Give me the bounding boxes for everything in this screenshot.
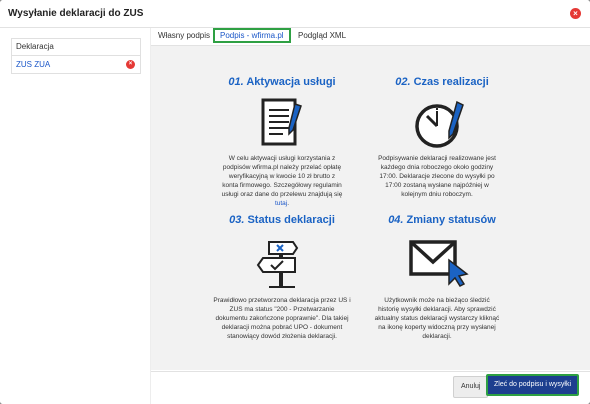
section-title-status: 03. Status deklaracji	[221, 214, 343, 226]
section-title-text: Zmiany statusów	[406, 214, 496, 226]
submit-button-highlight: Zleć do podpisu i wysyłki	[486, 374, 580, 396]
section-number: 04.	[388, 214, 404, 226]
section-text-part: W celu aktywacji usługi korzystania z po…	[221, 155, 343, 198]
section-text-status: Prawidłowo przetworzona deklaracja przez…	[213, 297, 351, 340]
close-icon[interactable]: ×	[570, 8, 581, 19]
signpost-icon	[256, 241, 299, 288]
section-title-activation: 01. Aktywacja usługi	[227, 76, 337, 88]
tab-wfirma-signature[interactable]: Podpis - wfirma.pl	[213, 28, 291, 43]
declaration-list: Deklaracja ZUS ZUA ×	[11, 38, 141, 74]
section-title-text: Status deklaracji	[247, 214, 335, 226]
tab-xml-preview[interactable]: Podgląd XML	[298, 31, 346, 40]
cancel-button[interactable]: Anuluj	[453, 376, 489, 398]
envelope-cursor-icon	[409, 240, 469, 287]
dialog: Wysyłanie deklaracji do ZUS × Deklaracja…	[0, 0, 590, 404]
section-number: 03.	[229, 214, 245, 226]
remove-icon[interactable]: ×	[126, 60, 135, 69]
section-title-changes: 04. Zmiany statusów	[387, 214, 497, 226]
declaration-panel: Deklaracja ZUS ZUA ×	[0, 28, 151, 404]
document-pen-icon	[261, 98, 302, 146]
section-text-timing: Podpisywanie deklaracji realizowane jest…	[378, 155, 496, 198]
section-title-text: Czas realizacji	[413, 76, 489, 88]
section-text-changes: Użytkownik może na bieżąco śledzić histo…	[374, 297, 500, 340]
section-number: 02.	[395, 76, 411, 88]
submit-for-signature-button[interactable]: Zleć do podpisu i wysyłki	[488, 376, 578, 394]
section-text-end: .	[287, 200, 290, 207]
dialog-title: Wysyłanie deklaracji do ZUS	[8, 8, 144, 19]
section-title-timing: 02. Czas realizacji	[387, 76, 497, 88]
section-number: 01.	[228, 76, 244, 88]
dialog-footer: Anuluj Zleć do podpisu i wysyłki	[151, 371, 590, 404]
declaration-item[interactable]: ZUS ZUA ×	[12, 56, 140, 73]
terms-link[interactable]: tutaj	[275, 200, 287, 207]
declaration-item-label[interactable]: ZUS ZUA	[16, 60, 50, 69]
clock-pen-icon	[415, 100, 464, 148]
tab-own-signature[interactable]: Własny podpis	[158, 31, 210, 40]
info-content: 01. Aktywacja usługi W celu aktywacji us…	[151, 46, 590, 370]
section-title-text: Aktywacja usługi	[246, 76, 336, 88]
tab-bar: Własny podpis Podpis - wfirma.pl Podgląd…	[151, 28, 590, 46]
dialog-header: Wysyłanie deklaracji do ZUS ×	[0, 0, 590, 28]
section-text-activation: W celu aktywacji usługi korzystania z po…	[221, 154, 343, 208]
declaration-list-header: Deklaracja	[12, 39, 140, 56]
